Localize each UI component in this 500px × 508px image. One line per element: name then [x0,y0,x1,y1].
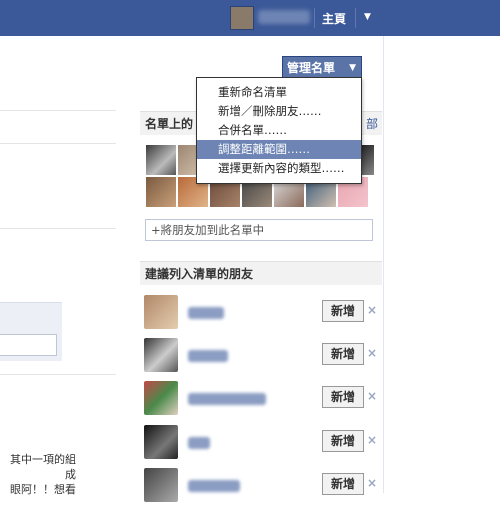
see-all-link[interactable]: 部 [366,112,378,136]
suggestion-avatar[interactable] [144,425,178,459]
close-icon[interactable]: × [367,389,377,403]
suggestion-row: 新增 × [140,468,382,508]
divider [0,143,116,144]
suggestion-name-blurred[interactable] [188,393,266,405]
divider [0,110,116,111]
divider [0,228,116,229]
suggestion-row: 新增 × [140,338,382,378]
close-icon[interactable]: × [367,346,377,360]
suggested-friends-header: 建議列入清單的朋友 [140,261,382,285]
member-photo[interactable] [362,145,374,175]
member-photo[interactable] [146,145,176,175]
right-gutter [383,36,500,493]
add-button[interactable]: 新增 [322,430,364,452]
profile-avatar[interactable] [230,6,254,30]
suggestion-name-blurred[interactable] [188,480,240,492]
left-note-line: 其中一項的組成 [10,453,76,481]
suggestion-row: 新增 × [140,425,382,465]
add-friend-to-list-input[interactable]: +將朋友加到此名單中 [145,219,373,241]
divider [0,374,116,375]
left-text-input[interactable] [0,334,57,356]
close-icon[interactable]: × [367,303,377,317]
suggestion-row: 新增 × [140,295,382,335]
left-note-text: 其中一項的組成 眼阿！！想看 [0,452,76,497]
member-photo[interactable] [146,177,176,207]
suggestion-avatar[interactable] [144,381,178,415]
divider [355,8,356,28]
menu-item-adjust-distance[interactable]: 調整距離範圍…… [197,140,361,159]
suggestion-avatar[interactable] [144,468,178,502]
profile-name-blurred[interactable] [258,10,310,24]
left-note-line: 眼阿！！想看 [10,483,76,496]
section-title: 建議列入清單的朋友 [145,267,254,281]
add-button[interactable]: 新增 [322,300,364,322]
add-button[interactable]: 新增 [322,386,364,408]
suggestion-name-blurred[interactable] [188,437,210,449]
manage-list-label: 管理名單 [287,61,336,75]
suggestion-avatar[interactable] [144,338,178,372]
top-bar: 主頁 ▼ [0,0,500,36]
chevron-down-icon: ▼ [349,63,356,73]
menu-item-add-remove-friends[interactable]: 新增／刪除朋友…… [197,102,361,121]
manage-list-button[interactable]: 管理名單 ▼ [282,56,362,78]
menu-item-choose-update-types[interactable]: 選擇更新內容的類型…… [197,159,361,178]
home-link[interactable]: 主頁 [322,10,346,27]
account-menu-arrow-icon[interactable]: ▼ [364,12,371,22]
close-icon[interactable]: × [367,476,377,490]
suggestion-name-blurred[interactable] [188,350,228,362]
add-button[interactable]: 新增 [322,473,364,495]
section-title: 名單上的 [145,117,194,131]
add-button[interactable]: 新增 [322,343,364,365]
suggestion-name-blurred[interactable] [188,307,224,319]
menu-item-rename-list[interactable]: 重新命名清單 [197,83,361,102]
divider [314,8,315,28]
close-icon[interactable]: × [367,433,377,447]
suggestion-row: 新增 × [140,381,382,421]
suggestion-avatar[interactable] [144,295,178,329]
manage-list-menu: 重新命名清單 新增／刪除朋友…… 合併名單…… 調整距離範圍…… 選擇更新內容的… [196,77,362,184]
menu-item-merge-lists[interactable]: 合併名單…… [197,121,361,140]
